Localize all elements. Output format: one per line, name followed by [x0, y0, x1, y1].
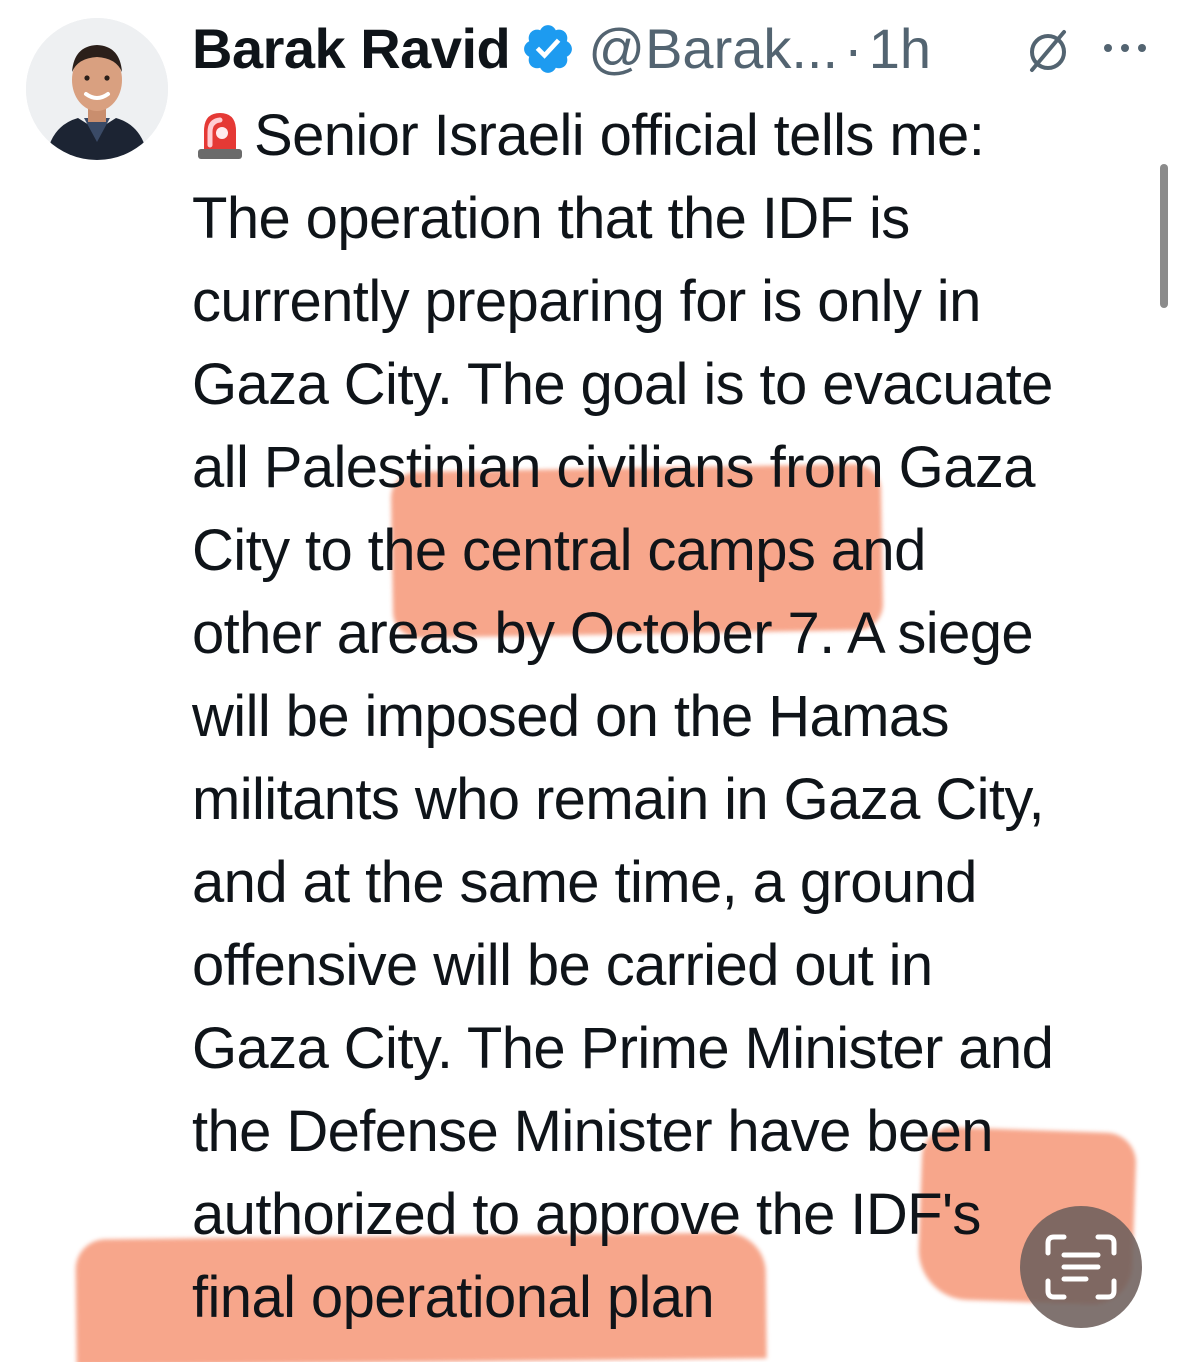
tweet-body: Senior Israeli official tells me: The op…: [192, 94, 1152, 1339]
avatar[interactable]: [26, 18, 168, 160]
author-display-name[interactable]: Barak Ravid: [192, 14, 511, 84]
verified-badge-icon[interactable]: [520, 21, 576, 77]
tweet-line: Gaza City. The goal is to evacuate: [192, 352, 1053, 417]
text-scan-button[interactable]: [1020, 1206, 1142, 1328]
tweet-line: City to the central camps and: [192, 518, 926, 583]
tweet-line: the Defense Minister have been: [192, 1099, 994, 1164]
tweet-line: currently preparing for is only in: [192, 269, 981, 334]
tweet-line: The operation that the IDF is: [192, 186, 910, 251]
tweet-timestamp[interactable]: 1h: [869, 14, 931, 84]
tweet-line: final operational plan: [192, 1265, 715, 1330]
siren-emoji-icon: [198, 113, 242, 159]
header-separator: ·: [844, 17, 863, 80]
tweet-line: other areas by October 7. A siege: [192, 601, 1034, 666]
text-scan-icon: [1045, 1234, 1117, 1300]
tweet-line-text: Senior Israeli official tells me:: [254, 103, 985, 168]
tweet-line: offensive will be carried out in: [192, 933, 933, 998]
author-handle[interactable]: @Barak...: [588, 14, 838, 84]
grok-icon[interactable]: [1022, 24, 1074, 76]
scrollbar-thumb[interactable]: [1160, 164, 1168, 308]
tweet-line: and at the same time, a ground: [192, 850, 977, 915]
tweet-line: Gaza City. The Prime Minister and: [192, 1016, 1054, 1081]
tweet-line: authorized to approve the IDF's: [192, 1182, 981, 1247]
tweet-line: Senior Israeli official tells me:: [192, 94, 1152, 177]
tweet-line: will be imposed on the Hamas: [192, 684, 950, 749]
tweet-line: militants who remain in Gaza City,: [192, 767, 1045, 832]
more-options-icon[interactable]: [1100, 38, 1150, 58]
avatar-photo: [26, 18, 168, 160]
tweet-header: Barak Ravid @Barak... · 1h: [192, 14, 931, 84]
tweet-line: all Palestinian civilians from Gaza: [192, 435, 1036, 500]
